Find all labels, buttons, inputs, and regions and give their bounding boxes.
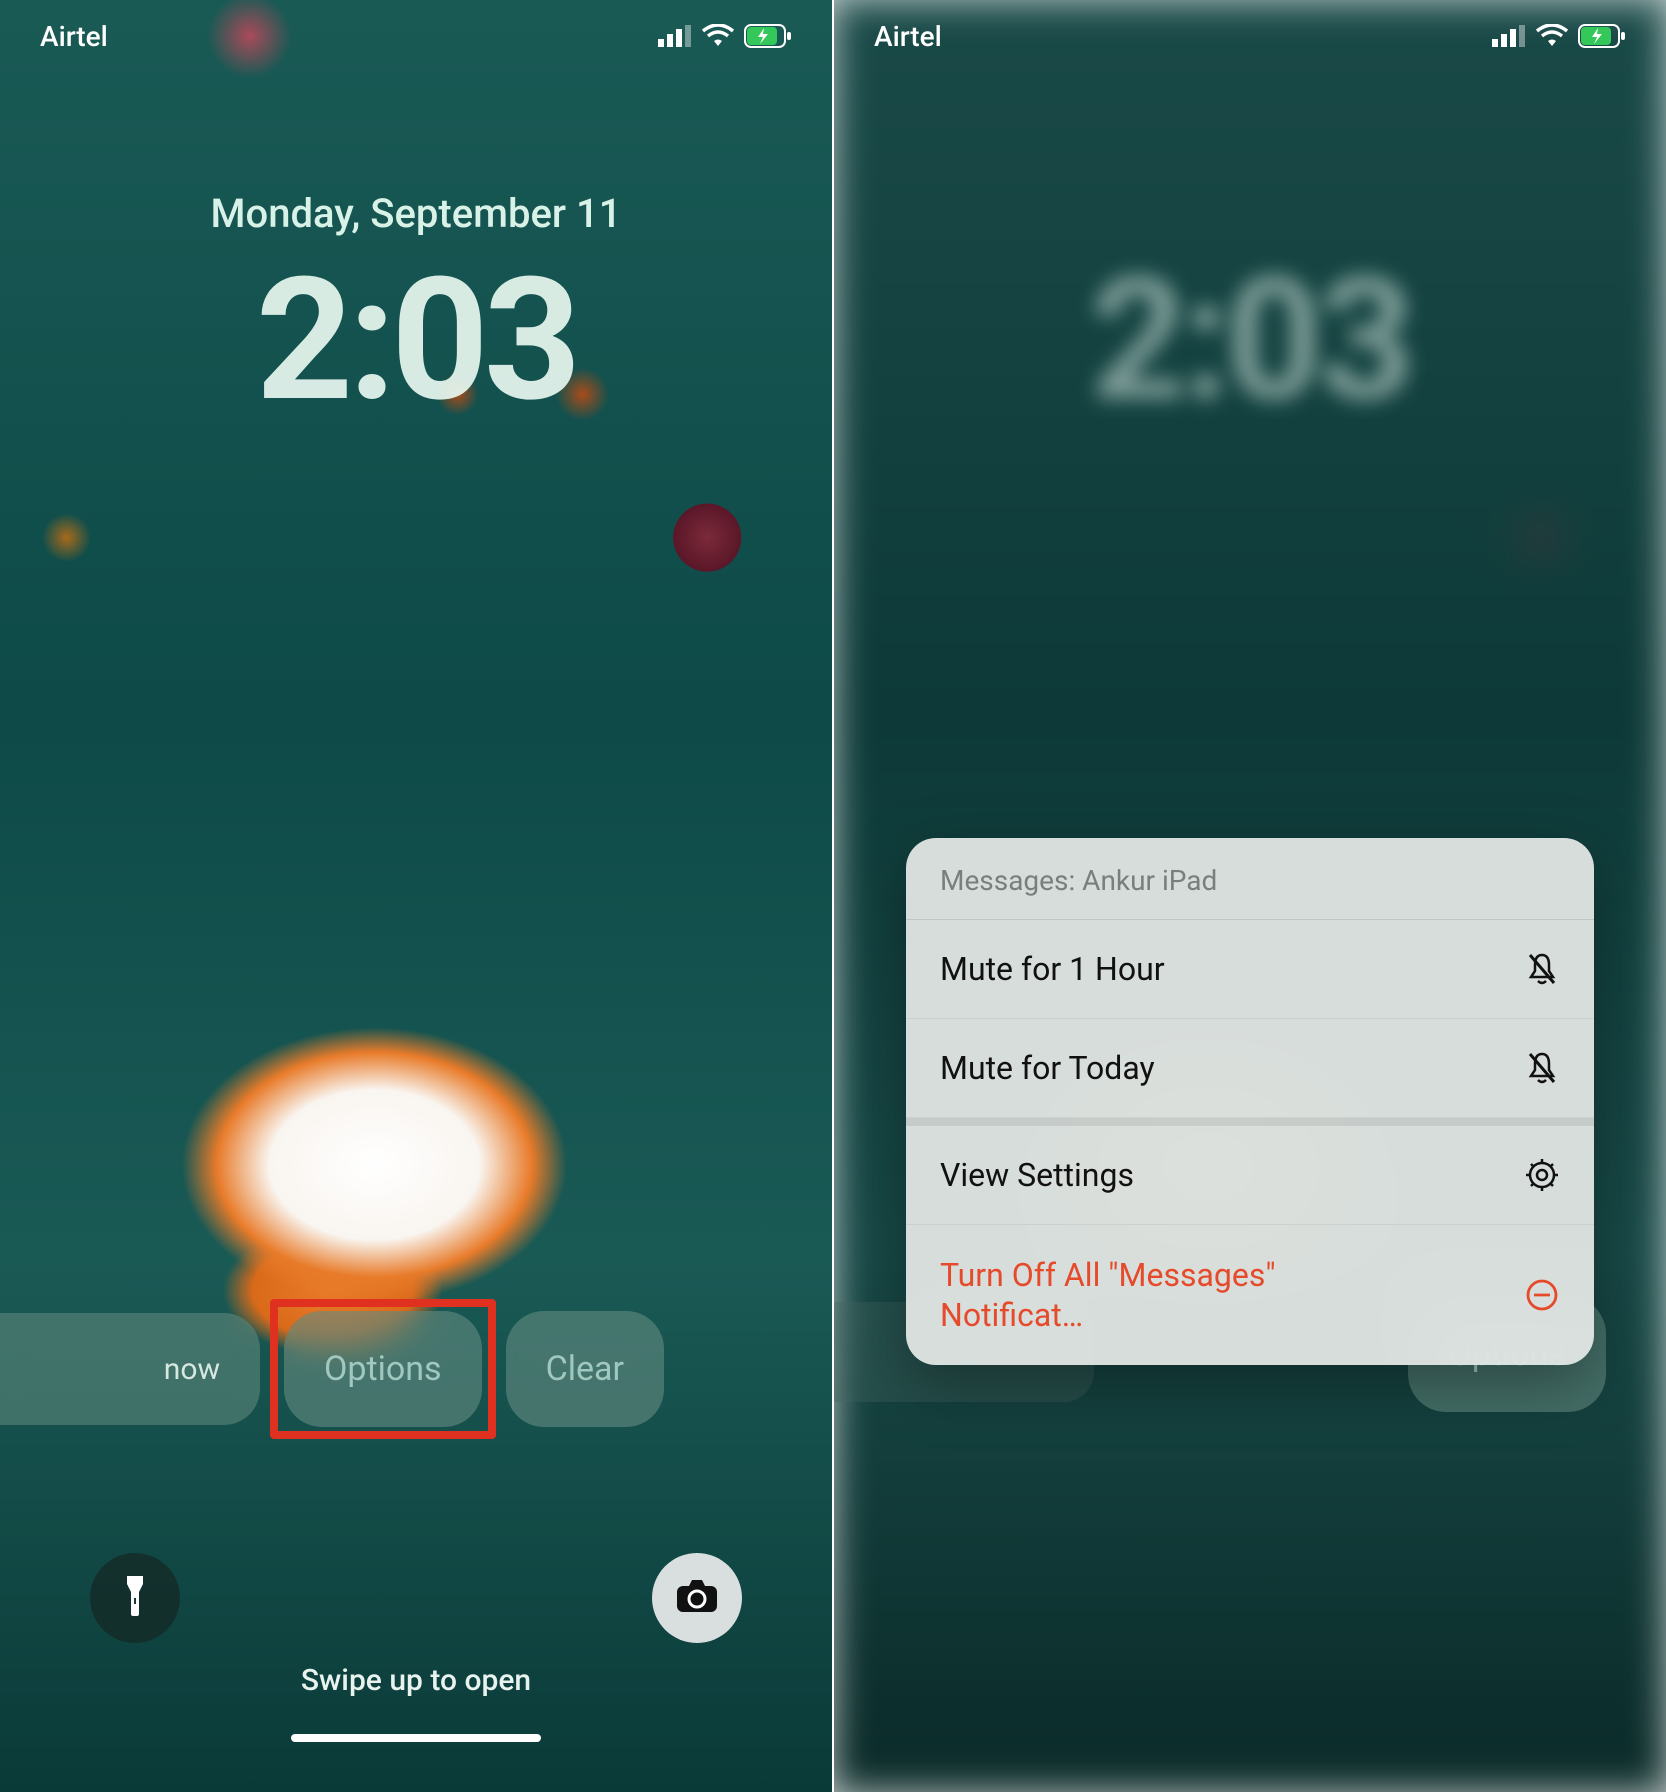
notification-actions-row: now Options Clear xyxy=(0,1311,832,1427)
lockscreen-date: Monday, September 11 xyxy=(0,190,832,237)
notification-options-menu: Messages: Ankur iPad Mute for 1 Hour Mut… xyxy=(906,838,1594,1365)
mute-today-item[interactable]: Mute for Today xyxy=(906,1019,1594,1118)
mute-1-hour-item[interactable]: Mute for 1 Hour xyxy=(906,920,1594,1019)
cellular-icon xyxy=(658,25,692,47)
notification-timestamp: now xyxy=(164,1352,220,1387)
view-settings-item[interactable]: View Settings xyxy=(906,1118,1594,1225)
phone-right: Airtel 2:03 Messages: Ankur iPad Mute fo… xyxy=(834,0,1666,1792)
status-right xyxy=(1492,24,1626,48)
lockscreen-bottom: Swipe up to open xyxy=(0,1553,832,1742)
home-indicator[interactable] xyxy=(291,1734,541,1742)
flashlight-icon xyxy=(117,1574,153,1622)
wifi-icon xyxy=(702,24,734,48)
lockscreen-shortcut-row xyxy=(0,1553,832,1643)
options-label: Options xyxy=(324,1349,442,1389)
swipe-hint: Swipe up to open xyxy=(301,1663,531,1698)
turn-off-all-label: Turn Off All "Messages" Notificat… xyxy=(940,1255,1340,1335)
status-bar: Airtel xyxy=(0,0,832,72)
flashlight-button[interactable] xyxy=(90,1553,180,1643)
lockscreen-time: 2:03 xyxy=(0,240,832,440)
camera-button[interactable] xyxy=(652,1553,742,1643)
bell-slash-icon xyxy=(1524,1050,1560,1086)
phone-left: Airtel Monday, September 11 2:03 now Opt… xyxy=(0,0,832,1792)
context-menu-header: Messages: Ankur iPad xyxy=(906,838,1594,920)
clear-label: Clear xyxy=(546,1349,624,1389)
mute-1-hour-label: Mute for 1 Hour xyxy=(940,950,1524,988)
clear-button[interactable]: Clear xyxy=(506,1311,664,1427)
wifi-icon xyxy=(1536,24,1568,48)
battery-icon xyxy=(744,24,792,48)
carrier-label: Airtel xyxy=(874,20,942,53)
lockscreen-time-blurred: 2:03 xyxy=(834,240,1666,440)
camera-icon xyxy=(675,1578,719,1618)
options-button[interactable]: Options xyxy=(284,1311,482,1427)
status-right xyxy=(658,24,792,48)
turn-off-all-item[interactable]: Turn Off All "Messages" Notificat… xyxy=(906,1225,1594,1365)
carrier-label: Airtel xyxy=(40,20,108,53)
cellular-icon xyxy=(1492,25,1526,47)
notification-card[interactable]: now xyxy=(0,1313,260,1425)
battery-icon xyxy=(1578,24,1626,48)
gear-icon xyxy=(1524,1157,1560,1193)
mute-today-label: Mute for Today xyxy=(940,1049,1524,1087)
bell-slash-icon xyxy=(1524,951,1560,987)
minus-circle-icon xyxy=(1524,1277,1560,1313)
status-bar: Airtel xyxy=(834,0,1666,72)
view-settings-label: View Settings xyxy=(940,1156,1524,1194)
